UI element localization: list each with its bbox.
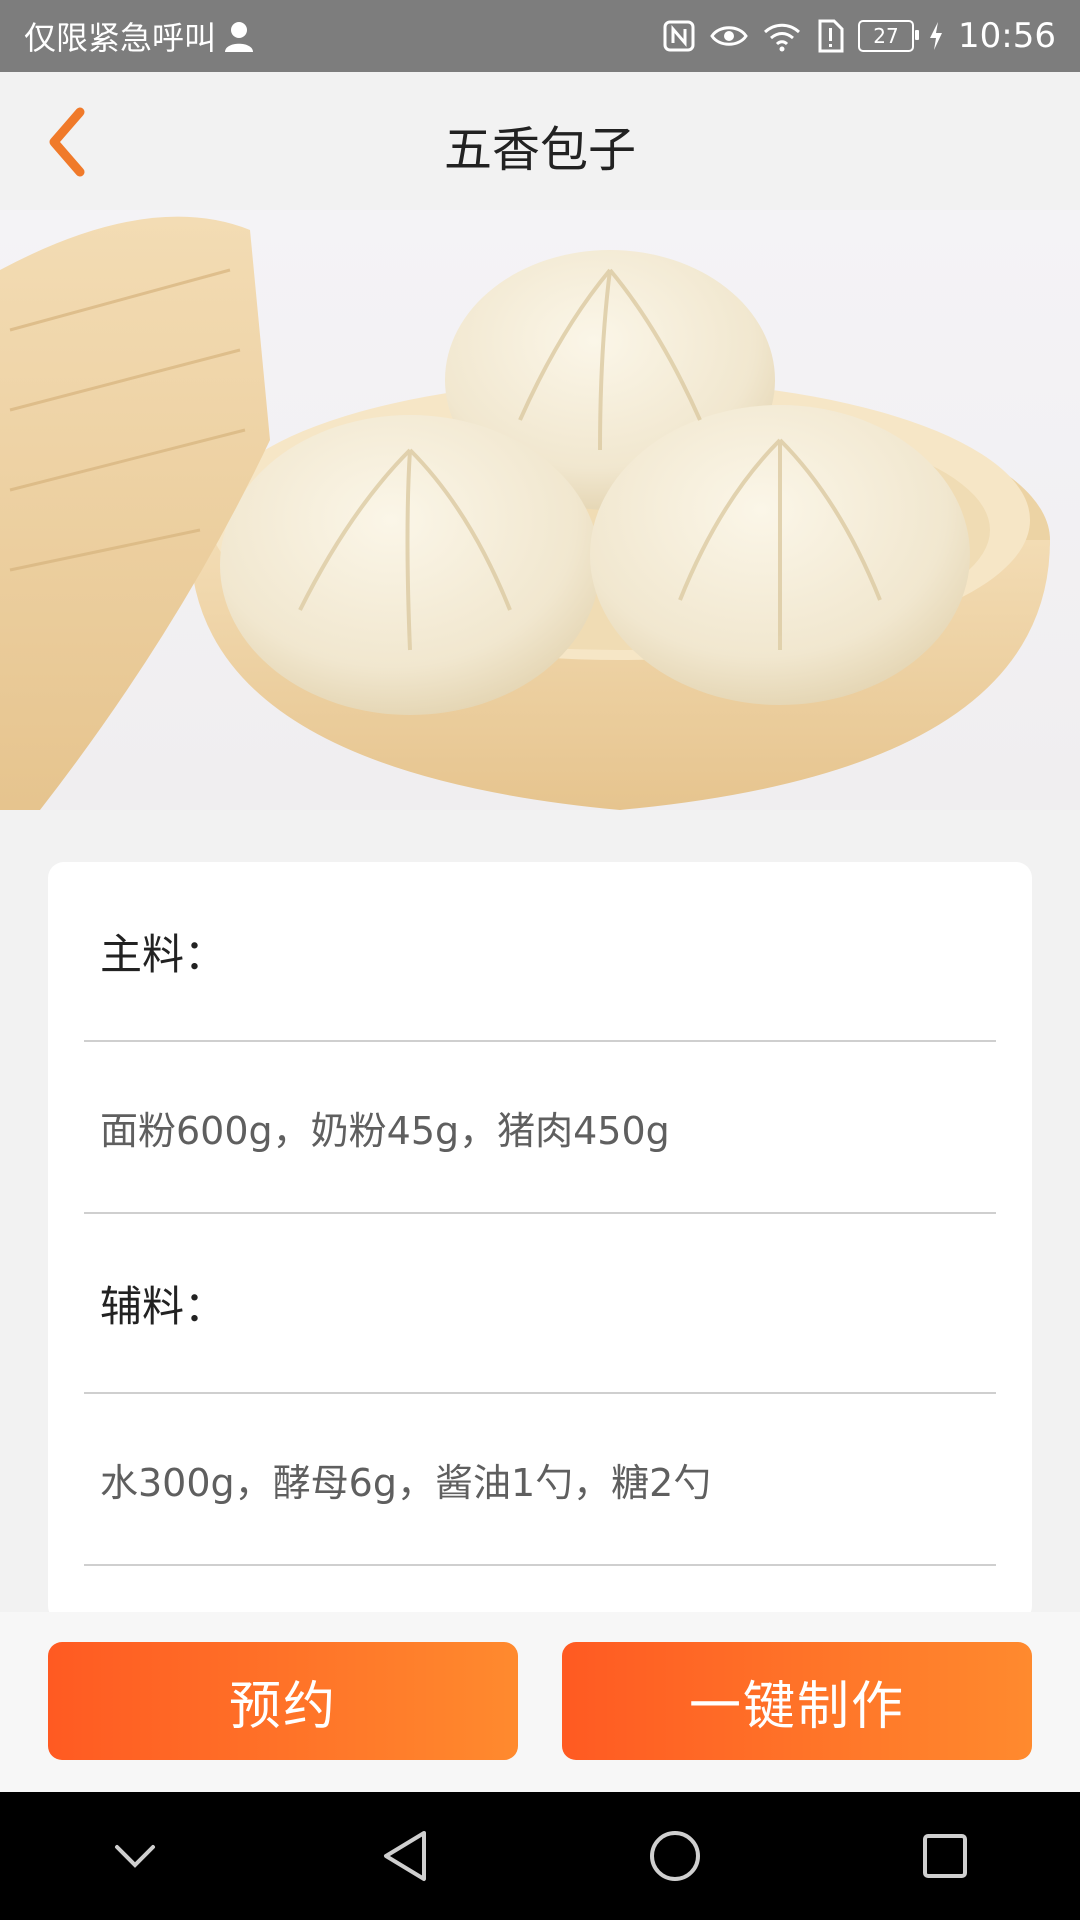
system-home-button[interactable]: [630, 1811, 720, 1901]
clock: 10:56: [958, 16, 1056, 56]
sub-ingredients-list: 水300g，酵母6g，酱油1勺，糖2勺: [100, 1460, 712, 1505]
system-back-button[interactable]: [360, 1811, 450, 1901]
wifi-icon: [762, 20, 802, 52]
one-click-make-button[interactable]: 一键制作: [562, 1642, 1032, 1760]
main-ingredients-title: 主料：: [100, 929, 227, 979]
status-right: 27 10:56: [662, 16, 1056, 56]
system-nav-bar: [0, 1792, 1080, 1920]
system-recents-button[interactable]: [900, 1811, 990, 1901]
reserve-button[interactable]: 预约: [48, 1642, 518, 1760]
chevron-down-icon: [115, 1845, 155, 1868]
charging-icon: [928, 21, 944, 51]
status-bar: 仅限紧急呼叫 27 10:56: [0, 0, 1080, 72]
status-left: 仅限紧急呼叫: [24, 13, 256, 59]
action-bar: 预约 一键制作: [0, 1612, 1080, 1792]
carrier-text: 仅限紧急呼叫: [24, 19, 217, 57]
recipe-card: 主料： 面粉600g，奶粉45g，猪肉450g 辅料： 水300g，酵母6g，酱…: [48, 862, 1032, 1622]
recipe-image: [0, 210, 1080, 810]
battery-level: 27: [873, 24, 899, 48]
main-ingredients-list: 面粉600g，奶粉45g，猪肉450g: [100, 1108, 670, 1153]
home-circle-icon: [650, 1831, 700, 1881]
sub-ingredients-title: 辅料：: [100, 1281, 227, 1331]
sub-ingredients-header: 辅料：: [84, 1214, 996, 1394]
nav-bar: 五香包子: [0, 72, 1080, 210]
back-triangle-icon: [384, 1831, 426, 1881]
sub-ingredients-row: 水300g，酵母6g，酱油1勺，糖2勺: [84, 1394, 996, 1566]
recents-square-icon: [923, 1834, 967, 1878]
main-ingredients-row: 面粉600g，奶粉45g，猪肉450g: [84, 1042, 996, 1214]
eye-icon: [710, 21, 748, 51]
steamed-buns-illustration: [0, 216, 1050, 810]
main-ingredients-header: 主料：: [84, 862, 996, 1042]
page-title: 五香包子: [443, 122, 636, 178]
nfc-icon: [662, 19, 696, 53]
person-icon: [222, 19, 256, 53]
battery-icon: 27: [858, 20, 920, 52]
collapse-button[interactable]: [90, 1811, 180, 1901]
sim-alert-icon: [816, 19, 844, 53]
